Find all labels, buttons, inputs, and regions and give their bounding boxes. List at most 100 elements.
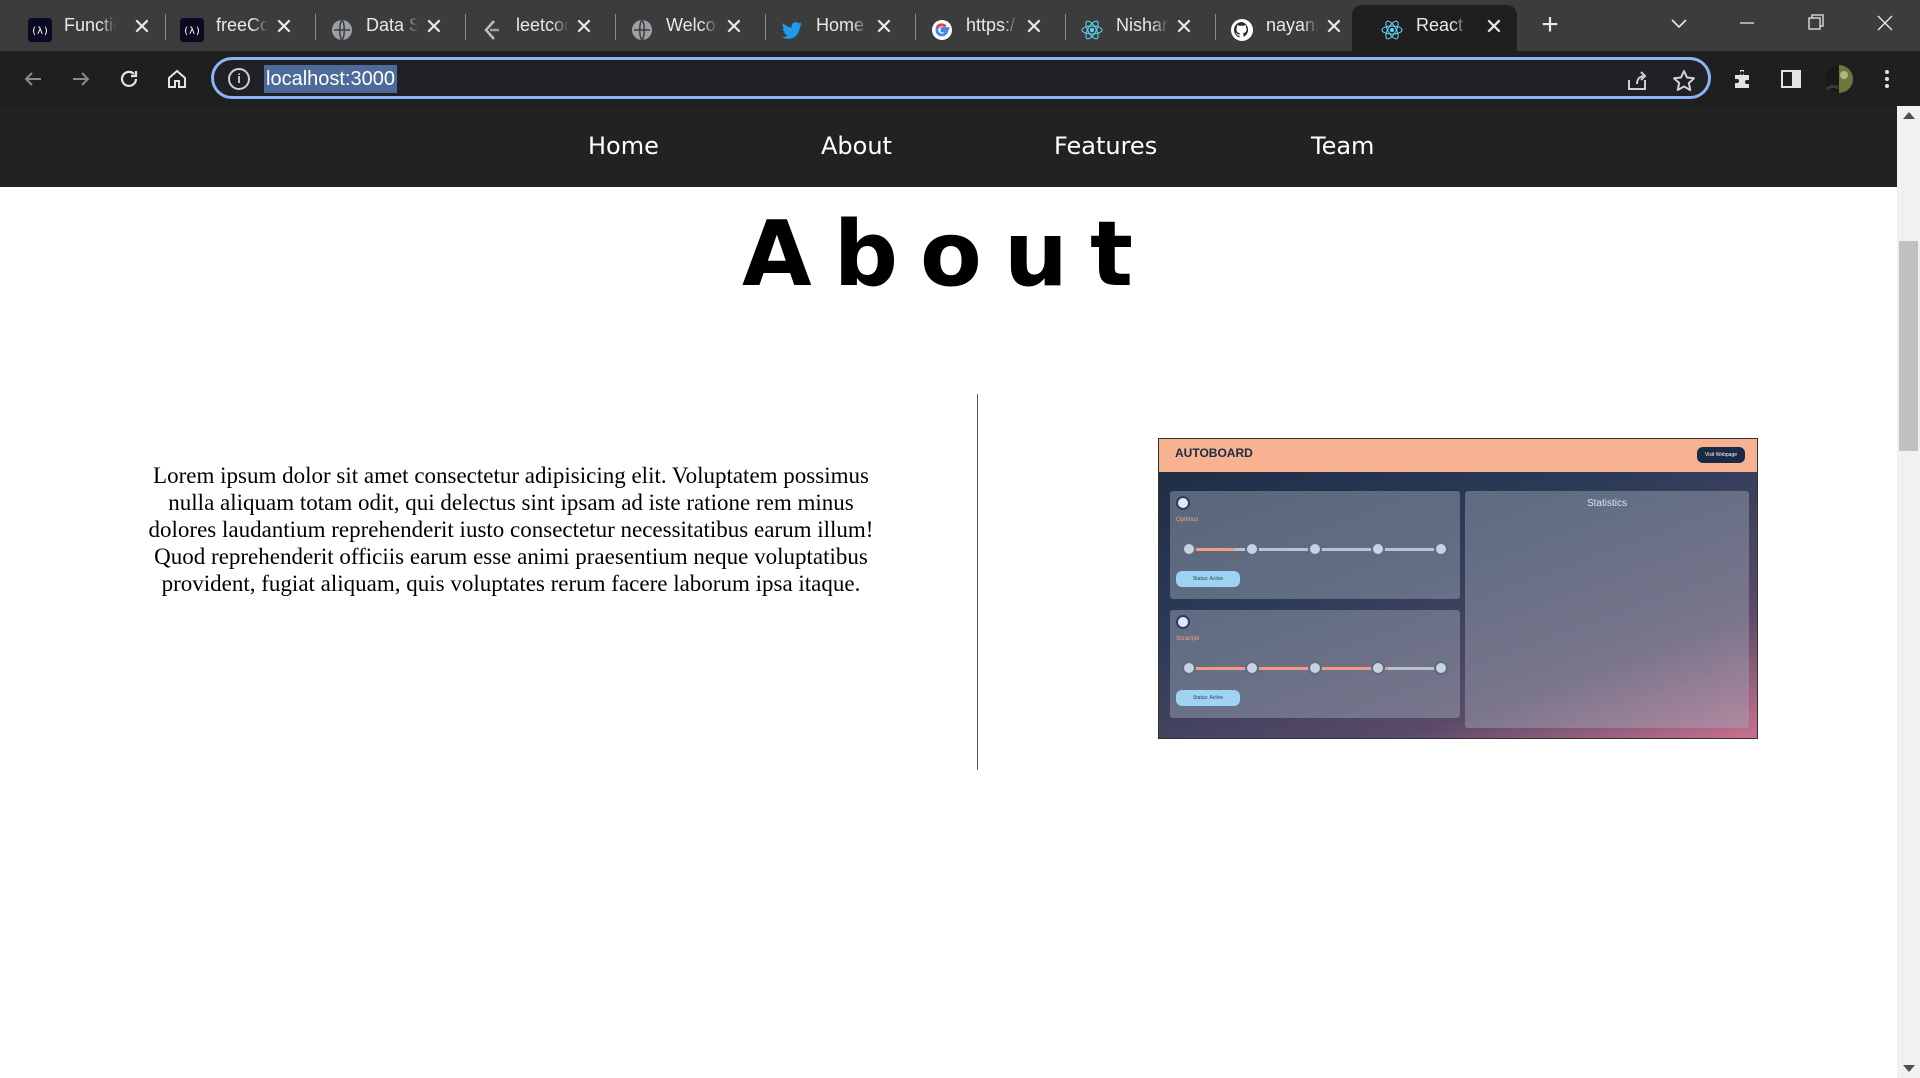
preview-stats-title: Statistics <box>1586 498 1627 509</box>
tab-nishan[interactable]: Nishan ✕ <box>1052 5 1207 51</box>
scroll-up-arrow-icon[interactable] <box>1903 112 1915 119</box>
preview-header: AUTOBOARD Visit Webpage <box>1159 439 1757 472</box>
autoboard-preview-image: AUTOBOARD Visit Webpage Optimus Status: … <box>1158 438 1758 739</box>
tab-react-active[interactable]: React / ✕ <box>1352 5 1517 51</box>
progress-node <box>1434 542 1448 556</box>
nav-link-about[interactable]: About <box>821 131 892 161</box>
home-icon[interactable] <box>161 63 193 95</box>
progress-node <box>1308 542 1322 556</box>
tab-functions[interactable]: (λ) Functio ✕ <box>0 5 165 51</box>
progress-node <box>1182 542 1196 556</box>
restore-icon[interactable] <box>1796 8 1836 38</box>
preview-logo: AUTOBOARD <box>1175 446 1253 460</box>
close-icon[interactable]: ✕ <box>573 16 595 38</box>
nav-link-team[interactable]: Team <box>1311 131 1374 161</box>
tab-strip: (λ) Functio ✕ (λ) freeCo ✕ Data S ✕ leet… <box>0 0 1920 51</box>
close-window-icon[interactable] <box>1865 8 1905 38</box>
preview-visit-button: Visit Webpage <box>1697 447 1745 463</box>
preview-card-scramjet: Scramjet Status: Active <box>1170 610 1460 718</box>
forward-icon[interactable] <box>65 63 97 95</box>
address-bar[interactable]: i localhost:3000 <box>211 57 1711 99</box>
leetcode-icon <box>480 18 504 42</box>
close-icon[interactable]: ✕ <box>423 16 445 38</box>
tab-title: Functio <box>64 15 116 35</box>
tab-title: Home <box>816 15 865 35</box>
progress-node <box>1308 661 1322 675</box>
nav-link-home[interactable]: Home <box>588 131 659 161</box>
tab-google-link[interactable]: https:/ ✕ <box>902 5 1057 51</box>
progress-node <box>1371 661 1385 675</box>
extensions-icon[interactable] <box>1727 63 1759 95</box>
vertical-divider <box>977 394 978 770</box>
preview-status-badge: Status: Active <box>1176 690 1240 706</box>
progress-track <box>1182 542 1448 556</box>
tab-welcome[interactable]: Welcor ✕ <box>602 5 757 51</box>
tab-title: Data S <box>366 15 418 35</box>
freecodecamp-icon: (λ) <box>180 18 204 42</box>
progress-node <box>1182 661 1196 675</box>
svg-text:(λ): (λ) <box>31 26 49 37</box>
progress-node <box>1434 661 1448 675</box>
tab-title: Nishan <box>1116 15 1168 35</box>
progress-node <box>1245 542 1259 556</box>
page-scrollbar[interactable] <box>1897 106 1920 1078</box>
tab-title: freeCo <box>216 15 268 35</box>
progress-fill <box>1184 667 1388 670</box>
globe-icon <box>630 18 654 42</box>
close-icon[interactable]: ✕ <box>1323 16 1345 38</box>
scroll-down-arrow-icon[interactable] <box>1903 1065 1915 1072</box>
github-icon <box>1230 18 1254 42</box>
progress-node <box>1245 661 1259 675</box>
svg-text:(λ): (λ) <box>183 26 201 37</box>
new-tab-button[interactable]: + <box>1535 10 1565 40</box>
tab-title: https:/ <box>966 15 1016 35</box>
progress-track <box>1182 661 1448 675</box>
tab-leetcode[interactable]: leetcod ✕ <box>452 5 607 51</box>
about-paragraph: Lorem ipsum dolor sit amet consectetur a… <box>148 463 874 596</box>
site-info-icon[interactable]: i <box>228 68 250 90</box>
bookmark-star-icon[interactable] <box>1671 68 1697 94</box>
progress-node <box>1371 542 1385 556</box>
preview-card-name: Scramjet <box>1176 636 1200 642</box>
robot-avatar-icon <box>1176 496 1190 510</box>
tab-title: Welcor <box>666 15 718 35</box>
side-panel-icon[interactable] <box>1775 63 1807 95</box>
reload-icon[interactable] <box>113 63 145 95</box>
tab-github[interactable]: nayani ✕ <box>1202 5 1357 51</box>
close-icon[interactable]: ✕ <box>873 16 895 38</box>
tab-twitter-home[interactable]: Home ✕ <box>752 5 907 51</box>
back-icon[interactable] <box>17 63 49 95</box>
react-icon <box>1380 18 1404 42</box>
robot-avatar-icon <box>1176 615 1190 629</box>
close-icon[interactable]: ✕ <box>723 16 745 38</box>
google-icon <box>930 18 954 42</box>
page-title: About <box>741 202 1155 307</box>
url-text[interactable]: localhost:3000 <box>264 65 397 93</box>
preview-card-optimus: Optimus Status: Active <box>1170 491 1460 599</box>
close-icon[interactable]: ✕ <box>1173 16 1195 38</box>
close-icon[interactable]: ✕ <box>1023 16 1045 38</box>
react-icon <box>1080 18 1104 42</box>
tab-freecodecamp[interactable]: (λ) freeCo ✕ <box>152 5 307 51</box>
preview-status-badge: Status: Active <box>1176 571 1240 587</box>
profile-avatar[interactable] <box>1823 63 1855 95</box>
close-icon[interactable]: ✕ <box>131 16 153 38</box>
site-navbar: Home About Features Team <box>0 106 1897 187</box>
page-viewport: Home About Features Team About Lorem ips… <box>0 106 1897 1078</box>
close-icon[interactable]: ✕ <box>273 16 295 38</box>
tab-data-structures[interactable]: Data S ✕ <box>302 5 457 51</box>
browser-toolbar: i localhost:3000 <box>0 51 1920 106</box>
menu-kebab-icon[interactable] <box>1871 63 1903 95</box>
globe-icon <box>330 18 354 42</box>
close-icon[interactable]: ✕ <box>1483 16 1505 38</box>
share-icon[interactable] <box>1624 68 1650 94</box>
tab-search-icon[interactable] <box>1659 8 1699 38</box>
nav-link-features[interactable]: Features <box>1054 131 1157 161</box>
freecodecamp-icon: (λ) <box>28 18 52 42</box>
tab-title: nayani <box>1266 15 1318 35</box>
tab-title: leetcod <box>516 15 568 35</box>
scroll-thumb[interactable] <box>1899 241 1918 451</box>
minimize-icon[interactable] <box>1727 8 1767 38</box>
twitter-icon <box>780 18 804 42</box>
preview-statistics-panel: Statistics <box>1465 491 1749 728</box>
